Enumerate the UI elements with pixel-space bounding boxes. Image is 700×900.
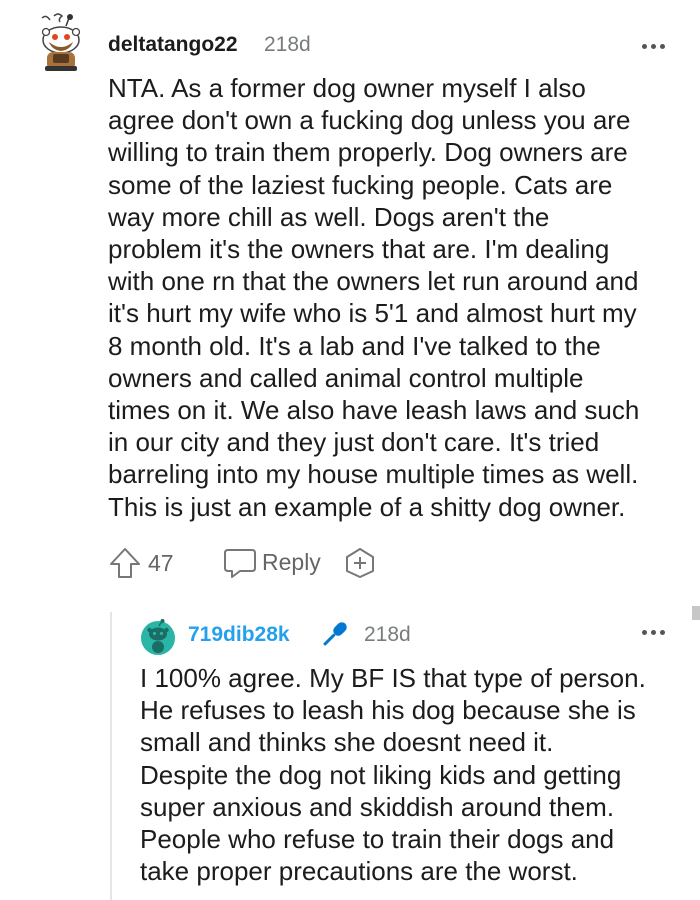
more-options-icon[interactable] — [642, 630, 666, 638]
comment-line: Despite the dog not liking kids and gett… — [140, 759, 622, 790]
comment-line: willing to train them properly. Dog owne… — [108, 137, 628, 168]
award-icon[interactable] — [344, 547, 376, 579]
comment-author[interactable]: deltatango22 — [108, 33, 238, 57]
comment-body: NTA. As a former dog owner myself I also… — [108, 72, 683, 523]
comment-line: take proper precautions are the worst. — [140, 856, 578, 887]
comment-line: He refuses to leash his dog because she … — [140, 695, 636, 726]
comment-line: I 100% agree. My BF IS that type of pers… — [140, 663, 646, 693]
comment-body: I 100% agree. My BF IS that type of pers… — [140, 662, 680, 887]
comment-line: People who refuse to train their dogs an… — [140, 824, 615, 855]
comment-line: owners and called animal control multipl… — [108, 362, 584, 393]
comment-line: NTA. As a former dog owner myself I also — [108, 73, 586, 103]
comment-age: 218d — [364, 623, 411, 646]
comment-age: 218d — [264, 33, 311, 56]
comment-line: in our city and they just don't care. It… — [108, 427, 600, 458]
comment-actions: 47 Reply — [108, 540, 508, 584]
comment-line: This is just an example of a shitty dog … — [108, 491, 626, 522]
upvote-icon[interactable] — [108, 546, 142, 580]
comment-line: problem it's the owners that are. I'm de… — [108, 234, 610, 265]
reply-icon[interactable] — [222, 546, 258, 580]
comment-line: with one rn that the owners let run arou… — [108, 266, 639, 297]
comment-line: times on it. We also have leash laws and… — [108, 395, 640, 426]
comment-line: way more chill as well. Dogs aren't the — [108, 201, 550, 232]
comment-line: barreling into my house multiple times a… — [108, 459, 639, 490]
comment-line: super anxious and skiddish around them. — [140, 791, 615, 822]
snoo-avatar-icon[interactable] — [140, 618, 176, 658]
comment-line: agree don't own a fucking dog unless you… — [108, 105, 631, 136]
comment-deltatango22: deltatango22 218d NTA. As a former dog o… — [0, 0, 700, 600]
comment-line: small and thinks she doesnt need it. — [140, 727, 554, 758]
microphone-icon — [316, 617, 352, 653]
comment-line: some of the laziest fucking people. Cats… — [108, 169, 613, 200]
comment-author[interactable]: 719dib28k — [188, 623, 290, 647]
more-options-icon[interactable] — [642, 44, 666, 52]
comment-719dib28k: 719dib28k 218d I 100% agree. My BF IS th… — [0, 600, 700, 900]
comment-line: 8 month old. It's a lab and I've talked … — [108, 330, 601, 361]
comment-line: it's hurt my wife who is 5'1 and almost … — [108, 298, 637, 329]
vote-count: 47 — [148, 550, 174, 576]
snoo-avatar-icon[interactable] — [36, 12, 86, 74]
reply-button[interactable]: Reply — [262, 549, 321, 576]
